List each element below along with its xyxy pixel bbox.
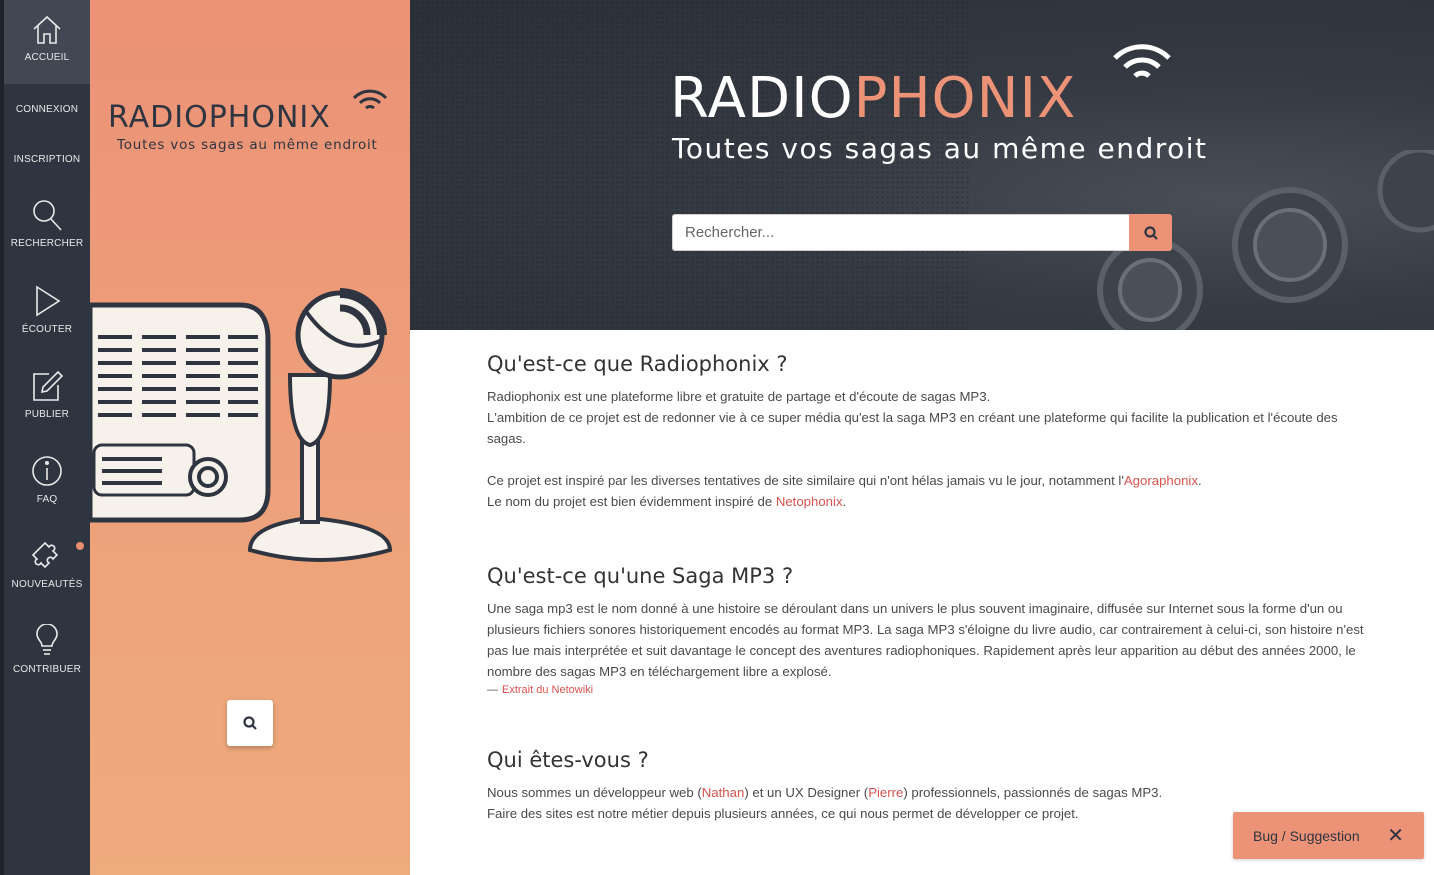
side-logo: RADIOPHONIX <box>108 100 331 135</box>
section-what-line4-post: . <box>842 494 847 509</box>
search-button[interactable] <box>1129 214 1172 251</box>
close-icon[interactable]: ✕ <box>1387 823 1404 848</box>
hero-logo-phonix: PHONIX <box>853 66 1077 131</box>
nav-contribute[interactable]: CONTRIBUER <box>4 624 90 675</box>
nav-publish-label: PUBLIER <box>24 409 70 420</box>
search-icon <box>243 716 257 730</box>
radio-illustration-icon <box>90 288 393 562</box>
nav-home-label: ACCUEIL <box>24 52 70 63</box>
search-input[interactable] <box>672 214 1129 251</box>
side-tagline: Toutes vos sagas au même endroit <box>117 137 378 153</box>
nav-login[interactable]: CONNEXION <box>4 104 90 115</box>
nav-listen[interactable]: ÉCOUTER <box>4 284 90 335</box>
new-indicator-dot <box>76 542 84 550</box>
hero-logo: RADIOPHONIX <box>670 66 1076 131</box>
section-what-line4: Le nom du projet est bien évidemment ins… <box>487 491 1367 512</box>
section-what: Qu'est-ce que Radiophonix ? Radiophonix … <box>487 352 1367 512</box>
hero-logo-radio: RADIO <box>670 66 854 131</box>
citation-dash: — <box>487 684 498 696</box>
side-panel: RADIOPHONIX Toutes vos sagas au même end… <box>90 0 410 875</box>
side-logo-phonix: PHONIX <box>208 100 331 135</box>
side-search-button[interactable] <box>227 700 273 746</box>
side-wifi-icon <box>352 89 388 110</box>
info-icon <box>32 456 62 486</box>
section-saga-title: Qu'est-ce qu'une Saga MP3 ? <box>487 564 794 588</box>
nav-login-label: CONNEXION <box>15 104 79 115</box>
hero-wifi-icon <box>1113 44 1171 78</box>
nav-listen-label: ÉCOUTER <box>21 324 73 335</box>
edit-icon <box>33 370 63 401</box>
netowiki-link[interactable]: Extrait du Netowiki <box>502 684 593 696</box>
search-bar <box>672 214 1172 251</box>
section-what-line3: Ce projet est inspiré par les diverses t… <box>487 470 1367 491</box>
play-icon <box>36 285 61 317</box>
who-text-c: ) professionnels, passionnés de sagas MP… <box>903 785 1163 800</box>
section-who-line1: Nous sommes un développeur web (Nathan) … <box>487 782 1367 803</box>
section-what-title: Qu'est-ce que Radiophonix ? <box>487 352 788 376</box>
nav-register-label: INSCRIPTION <box>13 154 81 165</box>
nav-publish[interactable]: PUBLIER <box>4 369 90 420</box>
hero-tagline: Toutes vos sagas au même endroit <box>672 132 1208 165</box>
who-text-b: ) et un UX Designer ( <box>744 785 869 800</box>
pierre-link[interactable]: Pierre <box>868 785 903 800</box>
section-saga: Qu'est-ce qu'une Saga MP3 ? Une saga mp3… <box>487 564 1367 696</box>
section-what-line3-post: . <box>1197 473 1202 488</box>
nav-home[interactable]: ACCUEIL <box>4 0 90 84</box>
nav-faq-label: FAQ <box>36 494 58 505</box>
section-what-line3-pre: Ce projet est inspiré par les diverses t… <box>487 473 1124 488</box>
section-what-line2: L'ambition de ce projet est de redonner … <box>487 410 1338 446</box>
section-who-title: Qui êtes-vous ? <box>487 748 649 772</box>
nathan-link[interactable]: Nathan <box>702 785 745 800</box>
nav-contribute-label: CONTRIBUER <box>12 664 82 675</box>
who-text-a: Nous sommes un développeur web ( <box>487 785 702 800</box>
section-what-line1: Radiophonix est une plateforme libre et … <box>487 389 991 404</box>
nav-register[interactable]: INSCRIPTION <box>4 154 90 165</box>
netophonix-link[interactable]: Netophonix <box>776 494 843 509</box>
agoraphonix-link[interactable]: Agoraphonix <box>1124 473 1198 488</box>
section-what-line4-pre: Le nom du projet est bien évidemment ins… <box>487 494 776 509</box>
bug-suggestion-label: Bug / Suggestion <box>1253 827 1360 844</box>
search-icon <box>33 200 62 231</box>
home-icon <box>33 15 61 44</box>
side-logo-radio: RADIO <box>108 100 209 135</box>
main-content: Qu'est-ce que Radiophonix ? Radiophonix … <box>487 352 1367 824</box>
nav-faq[interactable]: FAQ <box>4 454 90 505</box>
main-nav: ACCUEIL CONNEXION INSCRIPTION RECHERCHER… <box>0 0 90 875</box>
nav-news-label: NOUVEAUTÉS <box>11 579 83 590</box>
lightbulb-icon <box>36 624 58 655</box>
saga-citation: — Extrait du Netowiki <box>487 684 1367 696</box>
search-icon <box>1143 225 1158 240</box>
puzzle-icon <box>31 541 59 569</box>
section-saga-text: Une saga mp3 est le nom donné à une hist… <box>487 601 1364 679</box>
bug-suggestion-button[interactable]: Bug / Suggestion ✕ <box>1233 812 1424 859</box>
hero-banner: RADIOPHONIX Toutes vos sagas au même end… <box>410 0 1434 330</box>
nav-search[interactable]: RECHERCHER <box>4 198 90 249</box>
nav-search-label: RECHERCHER <box>10 238 84 249</box>
hero-speaker-grille <box>410 0 970 330</box>
